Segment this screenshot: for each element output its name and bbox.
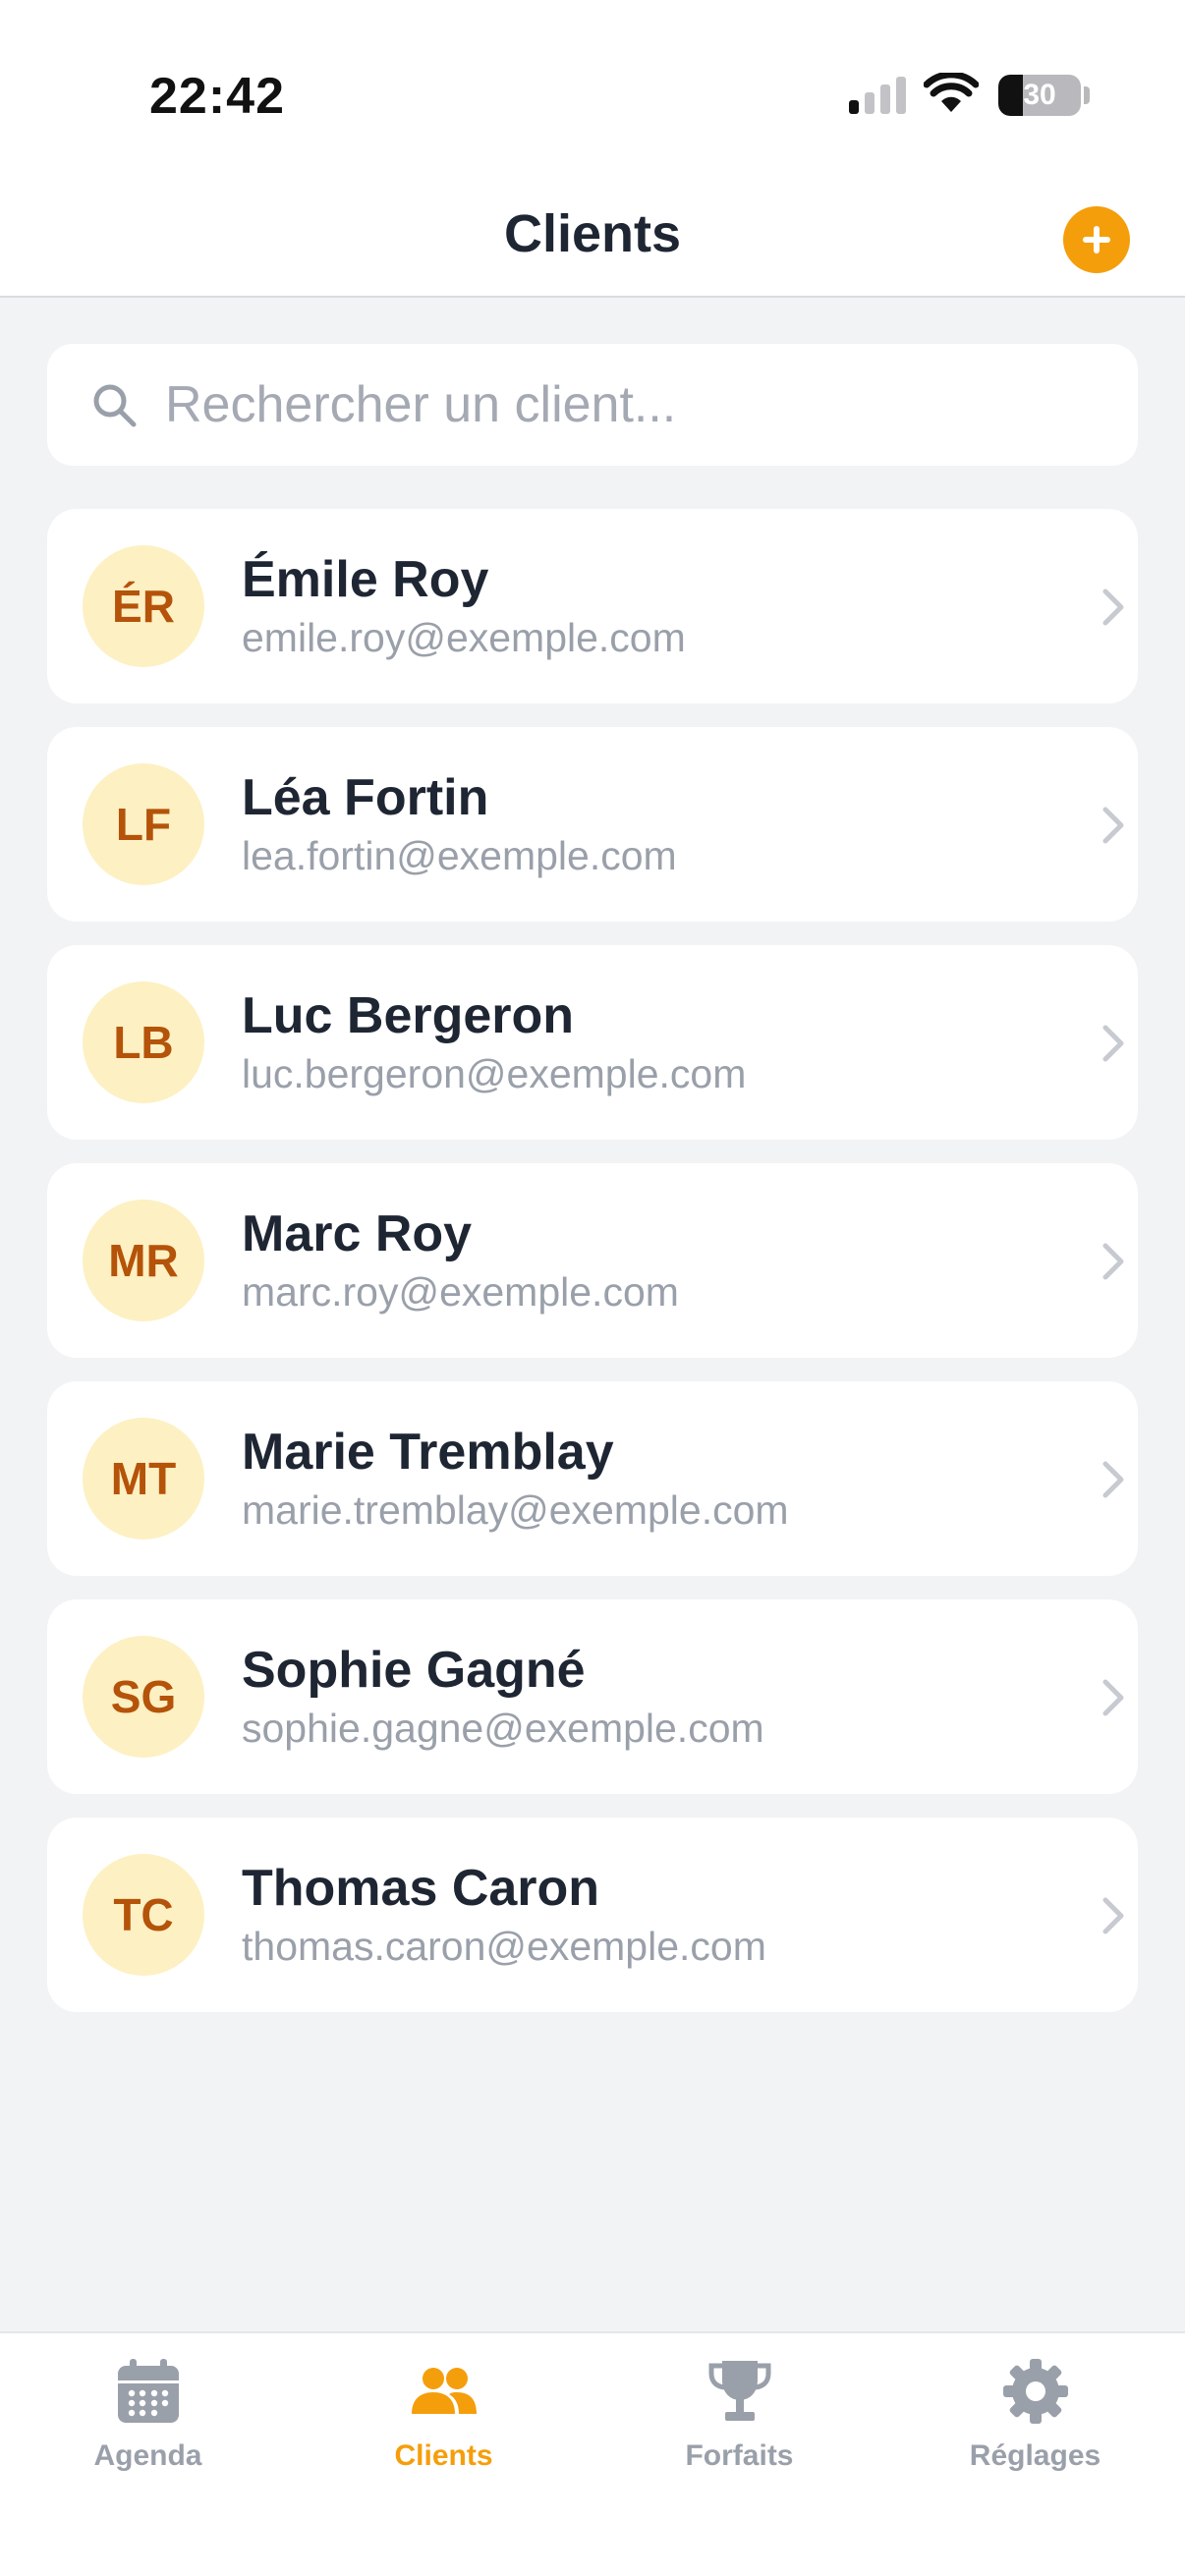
chevron-right-icon [1102,1679,1124,1716]
search-input[interactable] [165,365,1108,444]
battery-percent: 30 [1023,79,1056,111]
chevron-right-icon [1102,807,1124,844]
top-bar: 22:42 30 Clients [0,0,1185,298]
users-icon [412,2368,477,2414]
client-email: luc.bergeron@exemple.com [242,1051,747,1096]
calendar-icon [118,2359,179,2423]
tab-reglages[interactable]: Réglages [887,2333,1183,2530]
tab-label: Agenda [93,2439,202,2472]
tab-clients[interactable]: Clients [296,2333,592,2530]
client-email: marc.roy@exemple.com [242,1269,679,1315]
chevron-right-icon [1102,1461,1124,1498]
client-list: ÉR Émile Roy emile.roy@exemple.com LF Lé… [47,509,1138,2036]
gear-icon [1003,2359,1068,2424]
tab-label: Clients [394,2439,493,2472]
client-name: Émile Roy [242,551,489,608]
client-row[interactable]: MR Marc Roy marc.roy@exemple.com [47,1163,1138,1358]
chevron-right-icon [1102,1897,1124,1934]
client-row[interactable]: TC Thomas Caron thomas.caron@exemple.com [47,1818,1138,2012]
client-name: Thomas Caron [242,1860,600,1917]
client-email: thomas.caron@exemple.com [242,1924,766,1969]
client-row[interactable]: SG Sophie Gagné sophie.gagne@exemple.com [47,1599,1138,1794]
avatar: MR [83,1200,204,1321]
status-time: 22:42 [149,68,285,125]
avatar: LB [83,981,204,1103]
client-name: Léa Fortin [242,769,489,826]
avatar: MT [83,1418,204,1540]
client-email: lea.fortin@exemple.com [242,833,677,878]
client-row[interactable]: ÉR Émile Roy emile.roy@exemple.com [47,509,1138,703]
search-bar[interactable] [47,344,1138,466]
client-name: Luc Bergeron [242,987,575,1044]
chevron-right-icon [1102,1025,1124,1062]
client-email: sophie.gagne@exemple.com [242,1706,764,1751]
search-icon [93,384,137,427]
client-name: Marc Roy [242,1205,473,1262]
avatar: LF [83,763,204,885]
tab-bar: Agenda Clients Forfaits Réglages [0,2331,1185,2576]
battery-cap [1084,86,1090,104]
client-row[interactable]: LF Léa Fortin lea.fortin@exemple.com [47,727,1138,922]
client-name: Marie Tremblay [242,1424,614,1481]
battery-icon: 30 [998,75,1081,116]
client-email: emile.roy@exemple.com [242,615,686,660]
avatar: SG [83,1636,204,1758]
trophy-icon [708,2361,771,2421]
tab-label: Forfaits [685,2439,794,2472]
client-row[interactable]: MT Marie Tremblay marie.tremblay@exemple… [47,1381,1138,1576]
tab-label: Réglages [969,2439,1101,2472]
wifi-icon [924,73,979,112]
client-row[interactable]: LB Luc Bergeron luc.bergeron@exemple.com [47,945,1138,1140]
cellular-signal-icon [849,77,906,114]
tab-agenda[interactable]: Agenda [0,2333,296,2530]
avatar: ÉR [83,545,204,667]
chevron-right-icon [1102,1243,1124,1280]
avatar: TC [83,1854,204,1976]
client-name: Sophie Gagné [242,1642,586,1699]
chevron-right-icon [1102,588,1124,626]
page-title: Clients [503,204,682,263]
tab-forfaits[interactable]: Forfaits [592,2333,887,2530]
client-email: marie.tremblay@exemple.com [242,1487,789,1533]
add-client-button[interactable] [1063,206,1130,273]
